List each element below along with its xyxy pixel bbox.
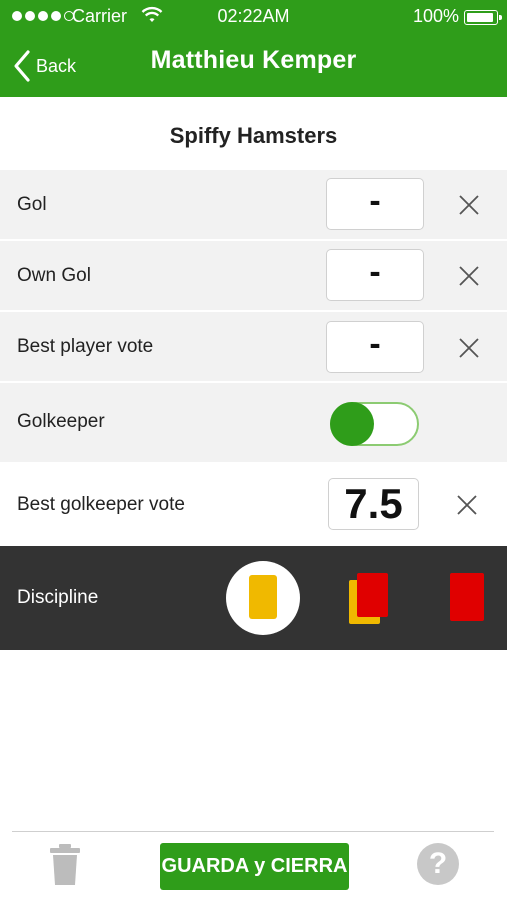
page-title: Matthieu Kemper (150, 46, 357, 74)
stat-label: Best player vote (17, 336, 154, 357)
stat-label: Gol (17, 194, 47, 215)
toolbar-divider (12, 831, 494, 832)
goalkeeper-vote-row: Best golkeeper vote (0, 464, 507, 546)
status-bar: Carrier 02:22AM 100% (0, 0, 507, 34)
goalkeeper-toggle[interactable] (330, 402, 419, 446)
question-mark-icon: ? (428, 847, 448, 880)
red-card-icon (450, 573, 484, 621)
goalkeeper-vote-label: Best golkeeper vote (17, 494, 185, 515)
red-card-option[interactable] (450, 573, 484, 621)
stat-label: Own Gol (17, 265, 91, 286)
battery-percent: 100% (412, 6, 459, 26)
clear-goalkeeper-vote-button[interactable] (455, 493, 479, 517)
goalkeeper-row: Golkeeper (0, 383, 507, 463)
own-gol-value-field[interactable]: - (326, 249, 424, 301)
delete-button[interactable] (48, 843, 82, 887)
gol-value-field[interactable]: - (326, 178, 424, 230)
goalkeeper-label: Golkeeper (17, 411, 105, 432)
close-icon (459, 338, 479, 358)
close-icon (459, 266, 479, 286)
best-player-vote-field[interactable]: - (326, 321, 424, 373)
stat-row-best-player-vote: Best player vote (0, 312, 507, 382)
help-button[interactable]: ? (417, 843, 459, 885)
double-yellow-red-card-option[interactable] (346, 570, 392, 628)
battery-icon (464, 10, 502, 25)
team-name: Spiffy Hamsters (169, 123, 338, 148)
yellow-card-option[interactable] (226, 561, 300, 635)
yellow-card-icon (249, 575, 277, 619)
toggle-knob (330, 402, 374, 446)
goalkeeper-vote-field[interactable]: 7.5 (328, 478, 419, 530)
red-card-icon (357, 573, 388, 617)
close-icon (457, 495, 477, 515)
close-icon (459, 195, 479, 215)
trash-icon (50, 844, 80, 885)
stat-row-gol: Gol (0, 170, 507, 240)
clear-best-player-vote-button[interactable] (457, 336, 481, 360)
clear-gol-button[interactable] (457, 193, 481, 217)
save-and-close-button[interactable]: GUARDA y CIERRA (160, 843, 349, 890)
clear-own-gol-button[interactable] (457, 264, 481, 288)
top-bar: Carrier 02:22AM 100% Back Matthieu Kempe… (0, 0, 507, 97)
stat-row-own-gol: Own Gol (0, 241, 507, 311)
discipline-label: Discipline (17, 587, 99, 608)
